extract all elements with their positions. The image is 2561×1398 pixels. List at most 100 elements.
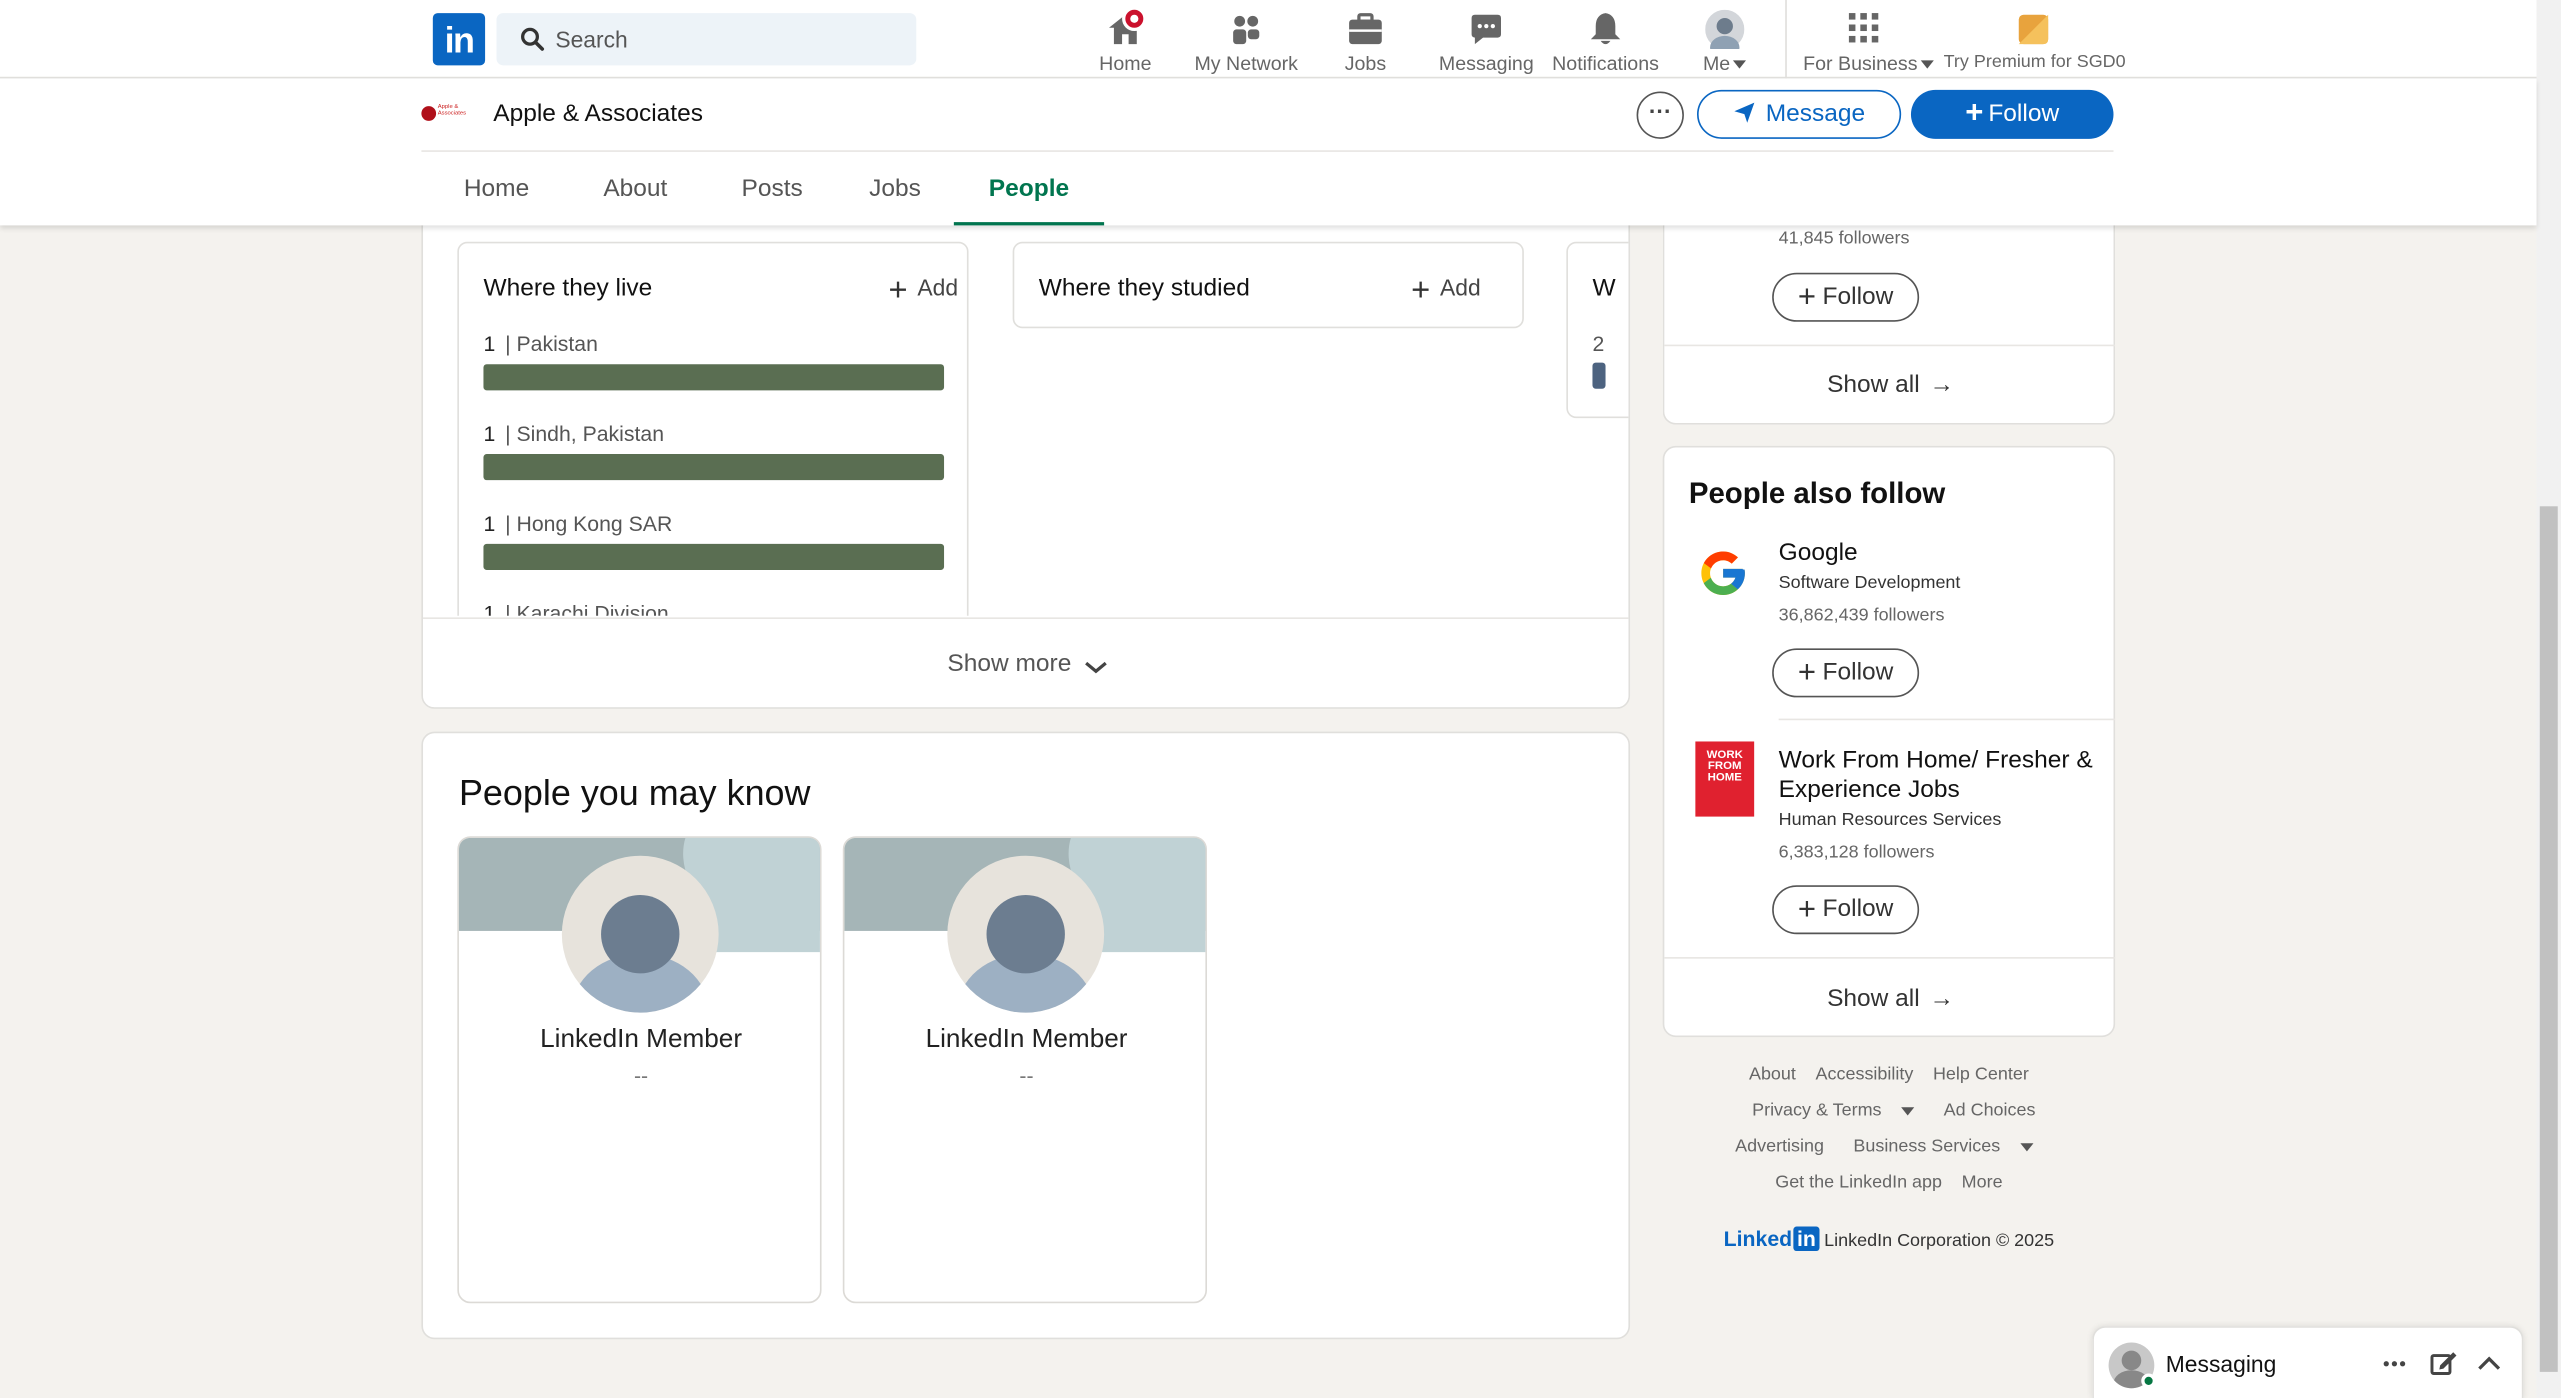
wordmark-in: in: [1793, 1226, 1820, 1252]
follow-label: Follow: [1822, 894, 1894, 923]
footer-link-label: Privacy & Terms: [1752, 1100, 1882, 1121]
message-button[interactable]: Message: [1696, 89, 1902, 139]
show-all-label: Show all: [1827, 984, 1920, 1013]
location-stat[interactable]: 1 | Sindh, Pakistan: [483, 421, 945, 481]
stat-count: 1: [483, 601, 496, 616]
nav-label: Try Premium for SGD0: [1943, 52, 2126, 72]
wfh-logo-text: WORK FROM HOME: [1706, 749, 1743, 784]
avatar-icon: [1705, 9, 1745, 49]
tab-home[interactable]: Home: [464, 152, 529, 225]
tab-jobs[interactable]: Jobs: [869, 152, 921, 225]
avatar[interactable]: [561, 855, 719, 1013]
send-icon: [1734, 102, 1755, 123]
location-stat[interactable]: 1 | Karachi Division: [483, 601, 944, 616]
avatar[interactable]: [947, 855, 1105, 1013]
people-also-follow-title: People also follow: [1688, 476, 1946, 510]
tab-people[interactable]: People: [953, 152, 1105, 226]
org-followers: 6,383,128 followers: [1778, 842, 1935, 863]
show-all-button[interactable]: Show all →: [1664, 371, 2116, 399]
linkedin-wordmark: Linked in: [1723, 1226, 1820, 1252]
chevron-down-icon: [2019, 1142, 2033, 1151]
search-icon: [521, 27, 545, 51]
nav-label: Me: [1702, 52, 1731, 76]
stat-label: 1 | Karachi Division: [483, 601, 944, 616]
add-school-button[interactable]: + Add: [1411, 273, 1481, 311]
footer-link-accessibility[interactable]: Accessibility: [1816, 1065, 1914, 1085]
company-header: Apple & Associates Apple & Associates ··…: [0, 78, 2537, 226]
add-location-button[interactable]: + Add: [889, 273, 959, 311]
nav-jobs[interactable]: Jobs: [1339, 7, 1391, 75]
follow-org-button[interactable]: + Follow: [1772, 648, 1920, 698]
show-more-button[interactable]: Show more: [423, 617, 1629, 708]
footer-link-privacy[interactable]: Privacy & Terms: [1742, 1100, 1924, 1121]
person-card[interactable]: LinkedIn Member --: [842, 836, 1208, 1304]
nav-label: Notifications: [1552, 52, 1659, 76]
stat-bar: [483, 364, 945, 391]
messaging-title: Messaging: [2165, 1350, 2277, 1377]
more-options-button[interactable]: ···: [1636, 91, 1684, 139]
location-stat[interactable]: 1 | Pakistan: [483, 332, 945, 391]
footer-link-ad-choices[interactable]: Ad Choices: [1944, 1101, 2036, 1121]
footer-link-business-services[interactable]: Business Services: [1844, 1137, 2043, 1156]
compose-icon[interactable]: [2427, 1347, 2460, 1380]
people-insights-card: Where they live + Add 1 | Pakistan 1 | Sind…: [421, 195, 1631, 709]
person-card[interactable]: LinkedIn Member --: [457, 836, 822, 1304]
follow-company-button[interactable]: + Follow: [1910, 89, 2114, 139]
bell-icon: [1590, 13, 1621, 45]
nav-me[interactable]: Me: [1695, 7, 1754, 76]
stat-count: 1: [483, 511, 496, 536]
wfh-logo[interactable]: WORK FROM HOME: [1695, 741, 1755, 817]
divider: [1664, 957, 2116, 959]
plus-icon: +: [888, 272, 908, 309]
search-box[interactable]: [496, 13, 917, 66]
nav-label: Home: [1099, 52, 1152, 76]
footer-link-help-center[interactable]: Help Center: [1933, 1065, 2029, 1085]
footer-link-get-app[interactable]: Get the LinkedIn app: [1775, 1173, 1942, 1193]
wordmark-text: Linked: [1723, 1226, 1793, 1252]
copyright-text: LinkedIn Corporation © 2025: [1824, 1231, 2055, 1252]
follow-org-button[interactable]: + Follow: [1772, 885, 1920, 935]
page-scrollbar[interactable]: [2536, 0, 2561, 1398]
avatar-head: [601, 894, 680, 974]
company-logo[interactable]: Apple & Associates: [421, 101, 470, 127]
chevron-up-icon[interactable]: [2473, 1347, 2506, 1380]
nav-my-network[interactable]: My Network: [1192, 7, 1300, 75]
footer-link-about[interactable]: About: [1749, 1065, 1796, 1085]
company-name[interactable]: Apple & Associates: [493, 100, 703, 128]
google-logo-icon[interactable]: [1697, 547, 1749, 599]
nav-for-business[interactable]: For Business: [1803, 7, 1934, 76]
nav-try-premium[interactable]: Try Premium for SGD0: [1943, 7, 2126, 72]
location-stat[interactable]: 1 | Hong Kong SAR: [483, 511, 945, 570]
org-name[interactable]: Google: [1779, 539, 1858, 568]
search-input[interactable]: [555, 13, 907, 66]
linkedin-logo[interactable]: in: [432, 13, 486, 66]
nav-messaging[interactable]: Messaging: [1439, 7, 1534, 75]
stat-name: | Pakistan: [505, 331, 598, 357]
where-they-studied-panel: Where they studied + Add: [1012, 241, 1524, 329]
stat-count: 1: [483, 421, 496, 446]
footer-link-more[interactable]: More: [1962, 1173, 2003, 1193]
nav-label: For Business: [1803, 52, 1918, 76]
stat-bar: [483, 543, 945, 570]
person-name[interactable]: LinkedIn Member: [459, 1026, 820, 1055]
scrollbar-thumb[interactable]: [2539, 506, 2558, 1372]
stat-label: 1 | Pakistan: [483, 332, 944, 356]
messaging-overlay[interactable]: Messaging: [2092, 1326, 2524, 1398]
person-name[interactable]: LinkedIn Member: [844, 1026, 1205, 1055]
nav-notifications[interactable]: Notifications: [1552, 7, 1660, 76]
tab-posts[interactable]: Posts: [742, 152, 803, 225]
tab-about[interactable]: About: [601, 152, 670, 225]
nav-home[interactable]: Home: [1093, 6, 1158, 76]
org-name[interactable]: Work From Home/ Fresher & Experience Job…: [1779, 746, 2106, 805]
chevron-down-icon: [1084, 661, 1107, 674]
follow-org-button[interactable]: + Follow: [1772, 272, 1920, 322]
plus-icon: +: [1797, 893, 1817, 928]
footer-link-advertising[interactable]: Advertising: [1735, 1137, 1824, 1157]
show-all-button[interactable]: Show all →: [1664, 985, 2116, 1013]
stat-name: | Karachi Division: [505, 601, 669, 616]
person-headline: --: [1019, 1063, 1034, 1088]
more-horizontal-icon[interactable]: [2378, 1347, 2411, 1380]
insights-carousel: Where they live + Add 1 | Pakistan 1 | Sind…: [423, 198, 1629, 616]
follow-label: Follow: [1822, 658, 1894, 686]
third-panel-count: 2: [1592, 331, 1605, 357]
